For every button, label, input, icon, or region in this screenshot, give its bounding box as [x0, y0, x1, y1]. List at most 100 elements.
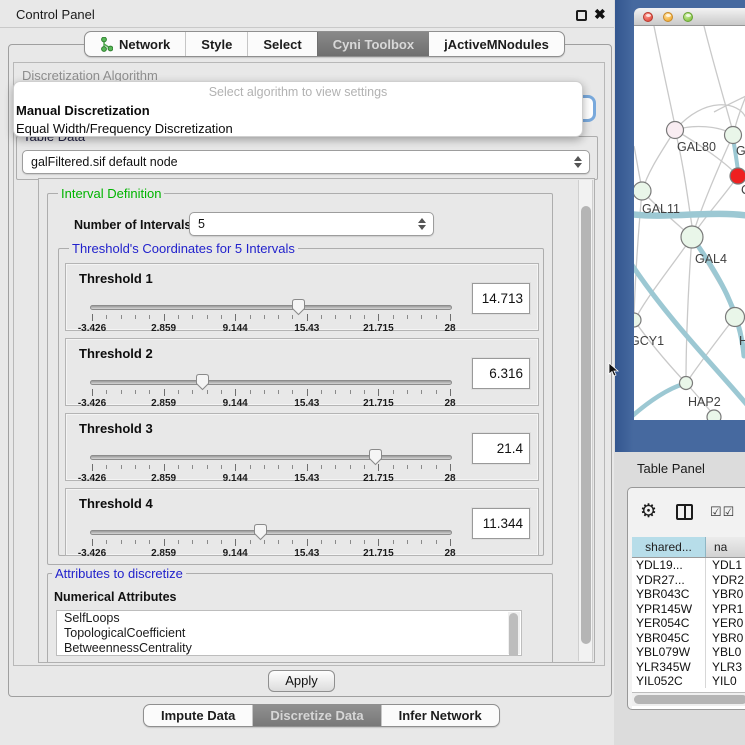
threshold-value-field[interactable]: 11.344 [472, 508, 530, 539]
numerical-attributes-label: Numerical Attributes [54, 590, 176, 604]
close-icon[interactable]: ✖ [594, 6, 606, 23]
network-node[interactable] [634, 313, 641, 327]
table-row[interactable]: YBL079WYBL0 [632, 645, 745, 660]
table-row[interactable]: YPR145WYPR1 [632, 602, 745, 617]
network-window-frame: GAL80GACGAL11GAL4GCY1HHAP2 [615, 0, 745, 452]
tick-label: 28 [444, 323, 455, 334]
network-edge [704, 26, 733, 132]
settings-scrollbar-thumb[interactable] [581, 206, 591, 644]
tick-label: 9.144 [223, 548, 248, 559]
network-window-titlebar[interactable] [634, 8, 745, 26]
column-header-shared-name[interactable]: shared... [632, 537, 706, 557]
popup-placeholder: Select algorithm to view settings [14, 82, 582, 102]
tab-label: Select [263, 37, 301, 52]
slider-thumb[interactable] [291, 298, 306, 321]
minimize-traffic-light-icon[interactable] [663, 12, 673, 22]
slider-track[interactable] [90, 305, 452, 310]
tick-label: 15.43 [294, 473, 319, 484]
gear-icon[interactable]: ⚙ [640, 500, 657, 523]
tab-infer-network[interactable]: Infer Network [381, 705, 499, 726]
slider-track[interactable] [90, 455, 452, 460]
tick-mark [278, 465, 279, 469]
attributes-group: Attributes to discretize Numerical Attri… [47, 573, 553, 663]
tab-cyni-toolbox[interactable]: Cyni Toolbox [317, 32, 429, 56]
threshold-value-field[interactable]: 14.713 [472, 283, 530, 314]
table-row[interactable]: YBR045CYBR0 [632, 631, 745, 646]
tick-mark [292, 540, 293, 544]
tick-mark [278, 390, 279, 394]
network-node[interactable] [707, 410, 721, 420]
tab-label: Style [201, 37, 232, 52]
tick-mark [178, 540, 179, 544]
network-edge [654, 26, 675, 126]
list-item[interactable]: SelfLoops [57, 611, 521, 626]
tick-mark [149, 315, 150, 319]
tab-network[interactable]: Network [85, 32, 185, 56]
popup-option-manual-discretization[interactable]: Manual Discretization [14, 102, 582, 120]
tab-discretize-data[interactable]: Discretize Data [252, 705, 380, 726]
slider-thumb[interactable] [253, 523, 268, 546]
slider-ticks [92, 539, 450, 547]
table-row[interactable]: YLR345WYLR3 [632, 660, 745, 675]
slider-track[interactable] [90, 380, 452, 385]
list-scrollbar[interactable] [508, 612, 520, 654]
table-row[interactable]: YBR043CYBR0 [632, 587, 745, 602]
network-node[interactable] [667, 122, 684, 139]
tick-mark [207, 465, 208, 469]
tick-mark [178, 390, 179, 394]
network-edge [634, 191, 642, 318]
table-horizontal-scrollbar[interactable] [632, 692, 745, 706]
network-node[interactable] [730, 168, 745, 184]
tab-impute-data[interactable]: Impute Data [144, 705, 252, 726]
popup-option-equal-width-frequency[interactable]: Equal Width/Frequency Discretization [14, 120, 582, 137]
tick-mark [307, 389, 308, 396]
tick-mark [106, 540, 107, 544]
float-window-icon[interactable] [576, 10, 587, 21]
slider-track[interactable] [90, 530, 452, 535]
table-row[interactable]: YDR27...YDR2 [632, 573, 745, 588]
threshold-slider[interactable]: -3.4262.8599.14415.4321.71528 [90, 523, 452, 555]
tick-label: 15.43 [294, 398, 319, 409]
list-scrollbar-thumb[interactable] [509, 613, 518, 656]
network-node-label: C [741, 183, 745, 197]
apply-button[interactable]: Apply [268, 670, 335, 692]
tick-mark [378, 314, 379, 321]
threshold-value-field[interactable]: 6.316 [472, 358, 530, 389]
threshold-slider[interactable]: -3.4262.8599.14415.4321.71528 [90, 298, 452, 330]
table-hscrollbar-thumb[interactable] [634, 695, 745, 704]
network-node[interactable] [726, 308, 745, 327]
tab-select[interactable]: Select [247, 32, 316, 56]
column-header-name[interactable]: na [706, 537, 745, 557]
network-node[interactable] [681, 226, 703, 248]
close-traffic-light-icon[interactable] [643, 12, 653, 22]
tab-style[interactable]: Style [185, 32, 247, 56]
slider-thumb[interactable] [195, 373, 210, 396]
slider-thumb[interactable] [368, 448, 383, 471]
network-canvas[interactable]: GAL80GACGAL11GAL4GCY1HHAP2 [634, 26, 745, 420]
tick-mark [321, 465, 322, 469]
tick-mark [221, 540, 222, 544]
threshold-slider[interactable]: -3.4262.8599.14415.4321.71528 [90, 373, 452, 405]
table-row[interactable]: YIL052CYIL0 [632, 674, 745, 688]
split-view-icon[interactable] [676, 504, 693, 520]
maximize-traffic-light-icon[interactable] [683, 12, 693, 22]
select-columns-icons[interactable]: ☑☑ [710, 504, 735, 520]
numerical-attributes-list[interactable]: SelfLoopsTopologicalCoefficientBetweenne… [56, 610, 522, 656]
slider-tick-labels: -3.4262.8599.14415.4321.71528 [92, 398, 450, 408]
number-of-intervals-combobox[interactable]: 5 [189, 212, 434, 236]
list-item[interactable]: TopologicalCoefficient [57, 626, 521, 641]
tick-mark [364, 540, 365, 544]
tab-jactivemnodules[interactable]: jActiveMNodules [429, 32, 564, 56]
cell-shared-name: YER054C [632, 616, 706, 631]
table-data-combobox[interactable]: galFiltered.sif default node [22, 150, 590, 174]
network-node[interactable] [680, 377, 693, 390]
table-row[interactable]: YER054CYER0 [632, 616, 745, 631]
table-row[interactable]: YDL19...YDL1 [632, 558, 745, 573]
list-item[interactable]: BetweennessCentrality [57, 641, 521, 656]
threshold-value-field[interactable]: 21.4 [472, 433, 530, 464]
network-node[interactable] [634, 182, 651, 200]
tick-mark [121, 465, 122, 469]
network-node[interactable] [725, 127, 742, 144]
settings-vertical-scrollbar[interactable] [578, 180, 593, 661]
threshold-slider[interactable]: -3.4262.8599.14415.4321.71528 [90, 448, 452, 480]
